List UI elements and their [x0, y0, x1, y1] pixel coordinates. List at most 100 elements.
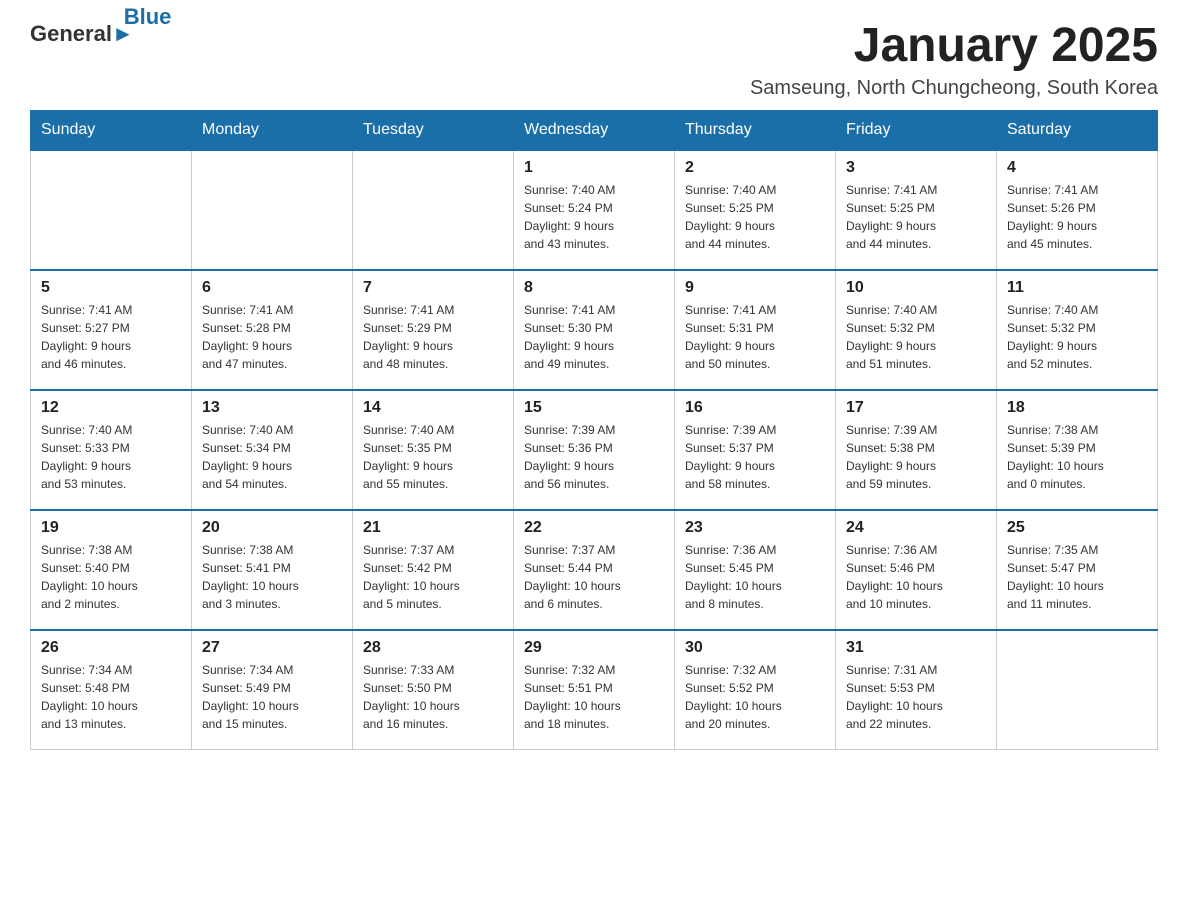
day-number: 4	[1007, 159, 1147, 177]
day-number: 12	[41, 399, 181, 417]
day-number: 7	[363, 279, 503, 297]
day-info: Sunrise: 7:37 AM Sunset: 5:42 PM Dayligh…	[363, 541, 503, 613]
day-number: 8	[524, 279, 664, 297]
logo: General► Blue	[30, 20, 189, 48]
day-number: 22	[524, 519, 664, 537]
day-info: Sunrise: 7:38 AM Sunset: 5:40 PM Dayligh…	[41, 541, 181, 613]
day-info: Sunrise: 7:40 AM Sunset: 5:33 PM Dayligh…	[41, 421, 181, 493]
day-number: 29	[524, 639, 664, 657]
calendar-cell: 2 Sunrise: 7:40 AM Sunset: 5:25 PM Daylig…	[675, 150, 836, 270]
calendar-cell: 20 Sunrise: 7:38 AM Sunset: 5:41 PM Dayli…	[192, 510, 353, 630]
calendar-cell: 31 Sunrise: 7:31 AM Sunset: 5:53 PM Dayli…	[836, 630, 997, 750]
calendar-cell: 14 Sunrise: 7:40 AM Sunset: 5:35 PM Dayli…	[353, 390, 514, 510]
day-info: Sunrise: 7:41 AM Sunset: 5:29 PM Dayligh…	[363, 301, 503, 373]
day-info: Sunrise: 7:41 AM Sunset: 5:25 PM Dayligh…	[846, 181, 986, 253]
calendar-cell: 24 Sunrise: 7:36 AM Sunset: 5:46 PM Dayli…	[836, 510, 997, 630]
day-info: Sunrise: 7:36 AM Sunset: 5:46 PM Dayligh…	[846, 541, 986, 613]
day-info: Sunrise: 7:39 AM Sunset: 5:37 PM Dayligh…	[685, 421, 825, 493]
calendar-cell: 28 Sunrise: 7:33 AM Sunset: 5:50 PM Dayli…	[353, 630, 514, 750]
logo-general-text: General►	[30, 21, 134, 47]
calendar-cell: 15 Sunrise: 7:39 AM Sunset: 5:36 PM Dayli…	[514, 390, 675, 510]
day-info: Sunrise: 7:39 AM Sunset: 5:36 PM Dayligh…	[524, 421, 664, 493]
day-number: 21	[363, 519, 503, 537]
day-number: 13	[202, 399, 342, 417]
calendar-cell: 26 Sunrise: 7:34 AM Sunset: 5:48 PM Dayli…	[31, 630, 192, 750]
day-info: Sunrise: 7:34 AM Sunset: 5:48 PM Dayligh…	[41, 661, 181, 733]
day-number: 5	[41, 279, 181, 297]
day-info: Sunrise: 7:38 AM Sunset: 5:41 PM Dayligh…	[202, 541, 342, 613]
month-title: January 2025	[750, 20, 1158, 73]
calendar-cell: 19 Sunrise: 7:38 AM Sunset: 5:40 PM Dayli…	[31, 510, 192, 630]
location-title: Samseung, North Chungcheong, South Korea	[750, 77, 1158, 100]
day-info: Sunrise: 7:41 AM Sunset: 5:28 PM Dayligh…	[202, 301, 342, 373]
calendar-header-row: Sunday Monday Tuesday Wednesday Thursday…	[31, 110, 1158, 150]
page-header: General► Blue January 2025 Samseung, Nor…	[30, 20, 1158, 100]
calendar-cell: 10 Sunrise: 7:40 AM Sunset: 5:32 PM Dayli…	[836, 270, 997, 390]
title-area: January 2025 Samseung, North Chungcheong…	[750, 20, 1158, 100]
header-tuesday: Tuesday	[353, 110, 514, 150]
day-number: 25	[1007, 519, 1147, 537]
calendar-cell: 6 Sunrise: 7:41 AM Sunset: 5:28 PM Daylig…	[192, 270, 353, 390]
header-sunday: Sunday	[31, 110, 192, 150]
calendar-cell: 5Sunrise: 7:41 AM Sunset: 5:27 PM Daylig…	[31, 270, 192, 390]
day-number: 6	[202, 279, 342, 297]
day-info: Sunrise: 7:37 AM Sunset: 5:44 PM Dayligh…	[524, 541, 664, 613]
calendar-cell: 11Sunrise: 7:40 AM Sunset: 5:32 PM Dayli…	[997, 270, 1158, 390]
day-info: Sunrise: 7:41 AM Sunset: 5:26 PM Dayligh…	[1007, 181, 1147, 253]
calendar-cell: 22 Sunrise: 7:37 AM Sunset: 5:44 PM Dayli…	[514, 510, 675, 630]
week-row-5: 26 Sunrise: 7:34 AM Sunset: 5:48 PM Dayli…	[31, 630, 1158, 750]
day-info: Sunrise: 7:40 AM Sunset: 5:25 PM Dayligh…	[685, 181, 825, 253]
day-number: 16	[685, 399, 825, 417]
calendar-cell: 12 Sunrise: 7:40 AM Sunset: 5:33 PM Dayli…	[31, 390, 192, 510]
calendar-cell: 27Sunrise: 7:34 AM Sunset: 5:49 PM Dayli…	[192, 630, 353, 750]
calendar-cell: 25Sunrise: 7:35 AM Sunset: 5:47 PM Dayli…	[997, 510, 1158, 630]
day-number: 24	[846, 519, 986, 537]
day-number: 15	[524, 399, 664, 417]
day-info: Sunrise: 7:41 AM Sunset: 5:31 PM Dayligh…	[685, 301, 825, 373]
calendar-cell	[353, 150, 514, 270]
day-number: 20	[202, 519, 342, 537]
calendar-cell: 29 Sunrise: 7:32 AM Sunset: 5:51 PM Dayli…	[514, 630, 675, 750]
day-number: 28	[363, 639, 503, 657]
day-number: 10	[846, 279, 986, 297]
calendar-cell: 4 Sunrise: 7:41 AM Sunset: 5:26 PM Daylig…	[997, 150, 1158, 270]
day-number: 9	[685, 279, 825, 297]
day-number: 18	[1007, 399, 1147, 417]
week-row-1: 1Sunrise: 7:40 AM Sunset: 5:24 PM Daylig…	[31, 150, 1158, 270]
day-number: 17	[846, 399, 986, 417]
day-number: 14	[363, 399, 503, 417]
calendar-cell	[997, 630, 1158, 750]
calendar-cell: 21 Sunrise: 7:37 AM Sunset: 5:42 PM Dayli…	[353, 510, 514, 630]
logo-blue-text: Blue	[124, 4, 172, 30]
day-number: 26	[41, 639, 181, 657]
calendar-cell: 30Sunrise: 7:32 AM Sunset: 5:52 PM Dayli…	[675, 630, 836, 750]
week-row-4: 19 Sunrise: 7:38 AM Sunset: 5:40 PM Dayli…	[31, 510, 1158, 630]
day-number: 3	[846, 159, 986, 177]
day-info: Sunrise: 7:34 AM Sunset: 5:49 PM Dayligh…	[202, 661, 342, 733]
day-info: Sunrise: 7:40 AM Sunset: 5:35 PM Dayligh…	[363, 421, 503, 493]
calendar-cell: 1Sunrise: 7:40 AM Sunset: 5:24 PM Daylig…	[514, 150, 675, 270]
calendar-table: Sunday Monday Tuesday Wednesday Thursday…	[30, 110, 1158, 751]
day-number: 30	[685, 639, 825, 657]
header-wednesday: Wednesday	[514, 110, 675, 150]
calendar-cell: 9 Sunrise: 7:41 AM Sunset: 5:31 PM Daylig…	[675, 270, 836, 390]
header-thursday: Thursday	[675, 110, 836, 150]
day-number: 23	[685, 519, 825, 537]
calendar-cell: 8 Sunrise: 7:41 AM Sunset: 5:30 PM Daylig…	[514, 270, 675, 390]
day-number: 31	[846, 639, 986, 657]
day-info: Sunrise: 7:32 AM Sunset: 5:51 PM Dayligh…	[524, 661, 664, 733]
calendar-cell: 23Sunrise: 7:36 AM Sunset: 5:45 PM Dayli…	[675, 510, 836, 630]
day-info: Sunrise: 7:33 AM Sunset: 5:50 PM Dayligh…	[363, 661, 503, 733]
calendar-cell: 16 Sunrise: 7:39 AM Sunset: 5:37 PM Dayli…	[675, 390, 836, 510]
day-number: 19	[41, 519, 181, 537]
day-info: Sunrise: 7:40 AM Sunset: 5:32 PM Dayligh…	[846, 301, 986, 373]
calendar-cell: 17Sunrise: 7:39 AM Sunset: 5:38 PM Dayli…	[836, 390, 997, 510]
week-row-3: 12 Sunrise: 7:40 AM Sunset: 5:33 PM Dayli…	[31, 390, 1158, 510]
week-row-2: 5Sunrise: 7:41 AM Sunset: 5:27 PM Daylig…	[31, 270, 1158, 390]
calendar-cell: 3 Sunrise: 7:41 AM Sunset: 5:25 PM Daylig…	[836, 150, 997, 270]
day-info: Sunrise: 7:31 AM Sunset: 5:53 PM Dayligh…	[846, 661, 986, 733]
day-info: Sunrise: 7:40 AM Sunset: 5:34 PM Dayligh…	[202, 421, 342, 493]
day-number: 2	[685, 159, 825, 177]
day-info: Sunrise: 7:38 AM Sunset: 5:39 PM Dayligh…	[1007, 421, 1147, 493]
day-info: Sunrise: 7:41 AM Sunset: 5:30 PM Dayligh…	[524, 301, 664, 373]
